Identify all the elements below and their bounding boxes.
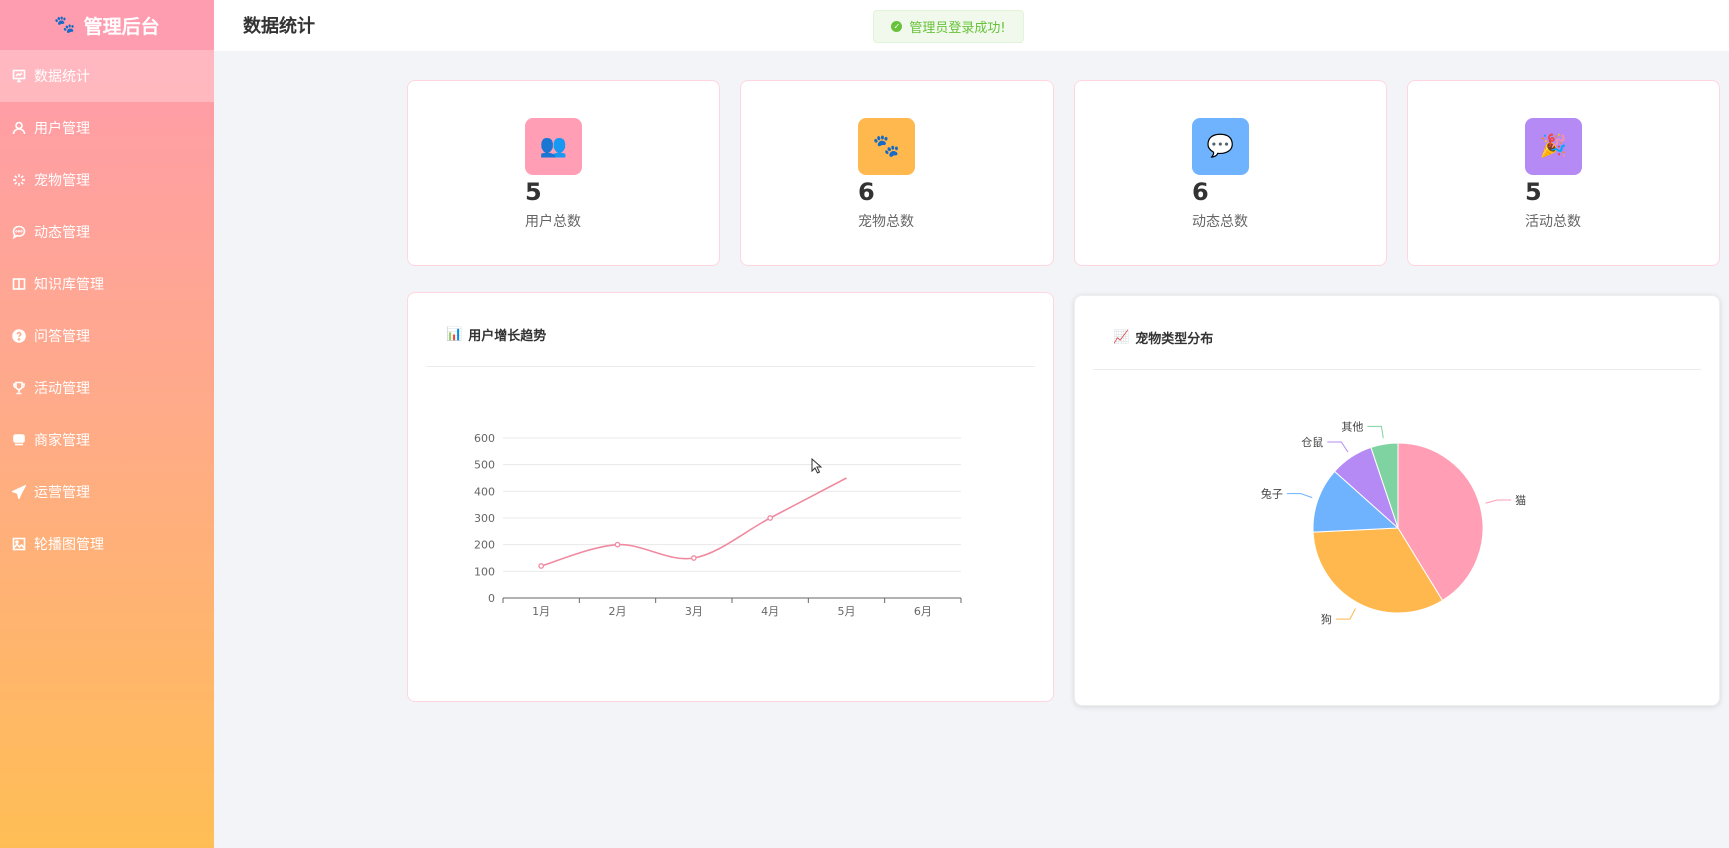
- stat-label: 动态总数: [1192, 214, 1248, 230]
- loading-icon: [12, 173, 26, 187]
- chart-title: 📊 用户增长趋势: [426, 303, 1035, 367]
- trend-chart-icon: 📈: [1113, 330, 1130, 345]
- x-tick-label: 1月: [532, 605, 550, 618]
- pie-chart: 猫狗 兔子 仓鼠 其他: [1261, 420, 1526, 626]
- label-line: [1485, 499, 1512, 504]
- data-point[interactable]: [614, 541, 621, 548]
- y-tick-label: 0: [488, 592, 495, 605]
- y-tick-label: 100: [474, 565, 495, 578]
- sidebar-item-label: 商家管理: [34, 433, 90, 449]
- sidebar-item-merchants[interactable]: 商家管理: [0, 414, 214, 466]
- sidebar-item-users[interactable]: 用户管理: [0, 102, 214, 154]
- stat-label: 用户总数: [525, 214, 581, 230]
- label-line: [1286, 493, 1313, 499]
- stat-card-users: 👥 5 用户总数: [407, 80, 720, 266]
- pie-label: 狗: [1321, 613, 1332, 626]
- image-icon: [12, 537, 26, 551]
- check-circle-icon: ✓: [891, 21, 903, 32]
- sidebar-item-knowledge[interactable]: 知识库管理: [0, 258, 214, 310]
- chart-title: 📈 宠物类型分布: [1093, 306, 1701, 370]
- sidebar-item-pets[interactable]: 宠物管理: [0, 154, 214, 206]
- x-tick-label: 3月: [685, 605, 703, 618]
- pet-type-card: 📈 宠物类型分布 猫狗 兔子 仓鼠 其他: [1074, 295, 1720, 706]
- sidebar-item-statistics[interactable]: 数据统计: [0, 50, 214, 102]
- stat-card-pets: 🐾 6 宠物总数: [740, 80, 1054, 266]
- sidebar-item-label: 动态管理: [34, 225, 90, 241]
- y-tick-label: 200: [474, 539, 495, 552]
- stat-value: 5: [1525, 178, 1542, 206]
- users-icon: 👥: [525, 118, 582, 175]
- label-line: [1335, 608, 1356, 620]
- x-tick-label: 5月: [838, 605, 856, 618]
- top-header: 数据统计 ✓ 管理员登录成功!: [214, 0, 1729, 51]
- paw-icon: 🐾: [858, 118, 915, 175]
- sidebar-item-label: 运营管理: [34, 485, 90, 501]
- stat-value: 6: [858, 178, 875, 206]
- stat-value: 5: [525, 178, 542, 206]
- x-tick-label: 6月: [914, 605, 932, 618]
- stat-label: 活动总数: [1525, 214, 1581, 230]
- data-point[interactable]: [767, 515, 774, 521]
- bar-chart-icon: 📊: [446, 327, 463, 342]
- mouse-cursor-icon: [811, 458, 823, 474]
- stat-card-posts: 💬 6 动态总数: [1074, 80, 1387, 266]
- trophy-icon: [12, 381, 26, 395]
- sidebar-item-label: 宠物管理: [34, 173, 90, 189]
- label-line: [1327, 441, 1349, 453]
- page-title: 数据统计: [243, 16, 315, 37]
- y-tick-label: 400: [474, 485, 495, 498]
- shop-icon: [12, 433, 26, 447]
- user-growth-card: 📊 用户增长趋势 0 100 200 300 400 500 600 1月 2月 3月 4月 5月 6月: [407, 292, 1054, 702]
- sidebar-item-posts[interactable]: 动态管理: [0, 206, 214, 258]
- send-icon: [12, 485, 26, 499]
- sidebar-item-qa[interactable]: 问答管理: [0, 310, 214, 362]
- y-tick-label: 500: [474, 459, 495, 472]
- success-toast: ✓ 管理员登录成功!: [873, 10, 1024, 43]
- y-tick-label: 300: [474, 512, 495, 525]
- chart-title-text: 用户增长趋势: [468, 329, 547, 344]
- sidebar-item-label: 用户管理: [34, 121, 90, 137]
- x-tick-label: 2月: [609, 605, 627, 618]
- x-tick-label: 4月: [761, 605, 779, 618]
- stat-value: 6: [1192, 178, 1209, 206]
- chart-title-text: 宠物类型分布: [1135, 332, 1214, 347]
- chart-icon: [12, 69, 26, 83]
- sidebar-item-banners[interactable]: 轮播图管理: [0, 518, 214, 570]
- book-icon: [12, 277, 26, 291]
- brand: 🐾 管理后台: [0, 0, 214, 50]
- sidebar-item-label: 知识库管理: [34, 277, 104, 293]
- user-icon: [12, 121, 26, 135]
- paw-icon: 🐾: [54, 15, 76, 35]
- brand-title: 管理后台: [83, 15, 160, 38]
- speech-bubble-icon: 💬: [1192, 118, 1249, 175]
- pie-label: 兔子: [1261, 487, 1283, 501]
- pie-label: 猫: [1515, 494, 1526, 507]
- sidebar-item-operations[interactable]: 运营管理: [0, 466, 214, 518]
- y-tick-label: 600: [474, 432, 495, 445]
- sidebar-item-label: 数据统计: [34, 69, 90, 85]
- party-popper-icon: 🎉: [1525, 118, 1582, 175]
- pie-label: 仓鼠: [1301, 435, 1323, 449]
- stat-label: 宠物总数: [858, 214, 914, 230]
- data-point[interactable]: [690, 555, 697, 561]
- line-chart: 0 100 200 300 400 500 600 1月 2月 3月 4月 5月 6月: [474, 432, 962, 618]
- sidebar-item-activities[interactable]: 活动管理: [0, 362, 214, 414]
- sidebar-menu: 数据统计 用户管理 宠物管理 动态管理 知识库管理 问答管理 活动管理 商家管理…: [0, 50, 214, 570]
- sidebar-item-label: 轮播图管理: [34, 537, 104, 553]
- toast-message: 管理员登录成功!: [909, 21, 1006, 36]
- sidebar-item-label: 活动管理: [34, 381, 90, 397]
- sidebar: 🐾 管理后台 数据统计 用户管理 宠物管理 动态管理 知识库管理 问答管理 活动…: [0, 0, 214, 848]
- pie-label: 其他: [1341, 420, 1363, 433]
- stat-card-activities: 🎉 5 活动总数: [1407, 80, 1720, 266]
- label-line: [1367, 425, 1384, 439]
- question-icon: [12, 329, 26, 343]
- chat-bubble-icon: [12, 225, 26, 239]
- data-point[interactable]: [538, 563, 545, 569]
- sidebar-item-label: 问答管理: [34, 329, 90, 345]
